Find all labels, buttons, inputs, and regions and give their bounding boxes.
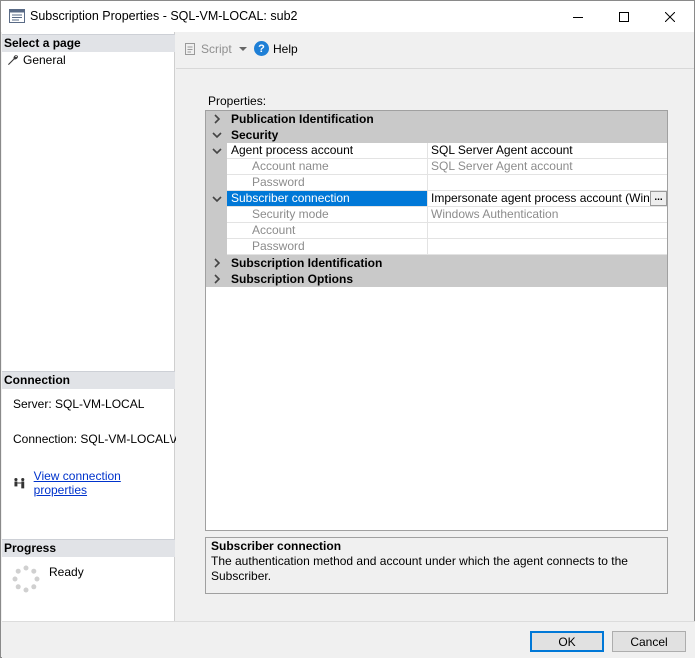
subscription-properties-dialog: Subscription Properties - SQL-VM-LOCAL: … <box>0 0 695 658</box>
property-row-password[interactable]: Password <box>206 175 667 191</box>
maximize-icon <box>619 11 629 22</box>
property-row-password[interactable]: Password <box>206 239 667 255</box>
row-gutter <box>206 223 227 239</box>
ellipsis-button[interactable]: ... <box>650 191 667 206</box>
description-panel: Subscriber connection The authentication… <box>205 537 668 594</box>
category-label: Publication Identification <box>231 112 374 126</box>
page-item-label: General <box>23 53 66 67</box>
script-icon <box>185 43 195 55</box>
script-label: Script <box>201 42 232 56</box>
property-value[interactable] <box>428 239 667 255</box>
row-gutter <box>206 191 227 207</box>
row-gutter <box>206 143 227 159</box>
category-subscription-options[interactable]: Subscription Options <box>206 271 667 287</box>
property-name: Agent process account <box>227 143 428 159</box>
minimize-button[interactable] <box>555 1 601 32</box>
chevron-down-icon[interactable] <box>211 145 223 157</box>
property-grid[interactable]: Publication Identification Security Agen… <box>205 110 668 531</box>
property-row-security-mode[interactable]: Security mode Windows Authentication <box>206 207 667 223</box>
property-name: Password <box>227 239 428 255</box>
properties-label: Properties: <box>208 94 267 108</box>
server-text: Server: SQL-VM-LOCAL <box>13 397 145 411</box>
close-icon <box>665 11 675 22</box>
property-name: Account name <box>227 159 428 175</box>
help-button[interactable]: ? Help <box>254 41 298 56</box>
property-name: Subscriber connection <box>227 191 428 207</box>
row-gutter <box>206 207 227 223</box>
chevron-right-icon[interactable] <box>211 113 223 125</box>
chevron-right-icon[interactable] <box>211 257 223 269</box>
property-row-agent-process-account[interactable]: Agent process account SQL Server Agent a… <box>206 143 667 159</box>
category-publication-identification[interactable]: Publication Identification <box>206 111 667 127</box>
right-pane: Script ? Help Properties: Publication Id… <box>176 32 694 621</box>
category-label: Security <box>231 128 279 142</box>
property-value[interactable]: SQL Server Agent account <box>428 143 667 159</box>
ok-button[interactable]: OK <box>530 631 604 652</box>
property-value[interactable]: SQL Server Agent account <box>428 159 667 175</box>
row-gutter <box>206 239 227 255</box>
script-button[interactable]: Script <box>184 42 232 56</box>
property-value[interactable] <box>428 223 667 239</box>
grid-empty-area <box>206 289 667 530</box>
cancel-button[interactable]: Cancel <box>612 631 686 652</box>
button-bar: OK Cancel <box>2 621 695 658</box>
title-bar: Subscription Properties - SQL-VM-LOCAL: … <box>1 1 694 32</box>
property-value[interactable] <box>428 175 667 191</box>
progress-status: Ready <box>49 565 84 579</box>
row-gutter <box>206 175 227 191</box>
description-text: The authentication method and account un… <box>211 554 628 583</box>
property-name: Password <box>227 175 428 191</box>
script-dropdown-arrow-icon[interactable] <box>239 47 247 51</box>
progress-header: Progress <box>2 539 175 557</box>
progress-spinner-icon <box>12 565 40 593</box>
view-connection-properties[interactable]: View connection properties <box>13 469 174 497</box>
chevron-right-icon[interactable] <box>211 273 223 285</box>
category-security[interactable]: Security <box>206 127 667 143</box>
property-name: Account <box>227 223 428 239</box>
property-value[interactable]: Windows Authentication <box>428 207 667 223</box>
toolbar: Script ? Help <box>176 32 694 69</box>
connection-properties-icon <box>14 478 25 489</box>
chevron-down-icon[interactable] <box>211 129 223 141</box>
connection-text: Connection: SQL-VM-LOCAL\Adm <box>13 432 198 446</box>
help-label: Help <box>273 41 298 56</box>
select-page-header: Select a page <box>2 34 175 52</box>
description-title: Subscriber connection <box>211 539 342 553</box>
left-pane: Select a page General Connection Server:… <box>2 32 198 621</box>
window-title: Subscription Properties - SQL-VM-LOCAL: … <box>30 9 298 23</box>
connection-header: Connection <box>2 371 175 389</box>
property-row-subscriber-connection[interactable]: Subscriber connection Impersonate agent … <box>206 191 667 207</box>
property-value[interactable]: Impersonate agent process account (Windo… <box>428 191 667 207</box>
close-button[interactable] <box>647 1 693 32</box>
help-icon: ? <box>254 41 269 56</box>
chevron-down-icon[interactable] <box>211 193 223 205</box>
maximize-button[interactable] <box>601 1 647 32</box>
property-name: Security mode <box>227 207 428 223</box>
category-label: Subscription Identification <box>231 256 383 270</box>
property-row-account-name[interactable]: Account name SQL Server Agent account <box>206 159 667 175</box>
properties-window-icon <box>9 9 25 23</box>
category-label: Subscription Options <box>231 272 353 286</box>
page-item-general[interactable]: General <box>7 53 66 67</box>
wrench-icon <box>8 55 18 65</box>
minimize-icon <box>573 16 583 18</box>
category-subscription-identification[interactable]: Subscription Identification <box>206 255 667 271</box>
view-connection-link[interactable]: View connection properties <box>34 469 174 497</box>
row-gutter <box>206 159 227 175</box>
property-row-account[interactable]: Account <box>206 223 667 239</box>
